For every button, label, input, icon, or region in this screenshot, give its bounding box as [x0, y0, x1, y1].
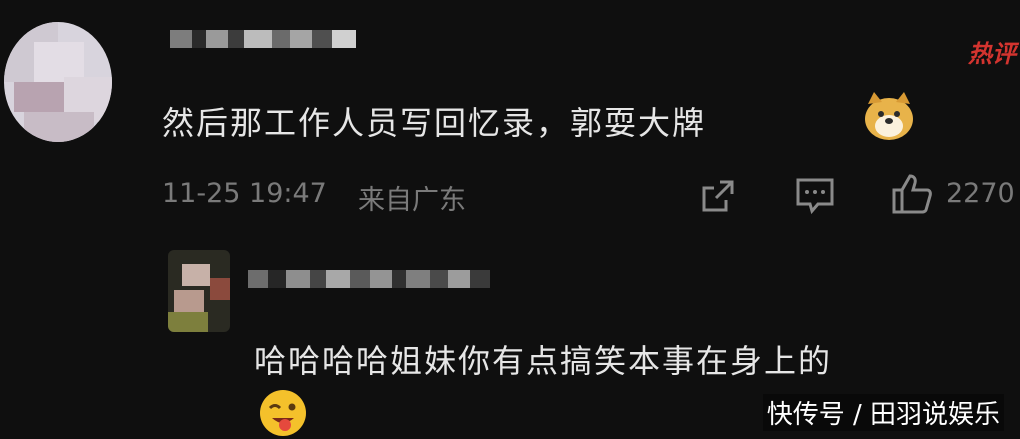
comment-timestamp: 11-25 19:47 [162, 178, 327, 209]
avatar[interactable] [4, 22, 112, 142]
comment-icon[interactable] [794, 176, 836, 216]
reply-username-mosaic[interactable] [248, 270, 490, 288]
watermark: 快传号 / 田羽说娱乐 [762, 394, 1004, 431]
comment-item: 热评 然后那工作人员写回忆录，郭耍大牌 11-25 19:47 来自广东 227… [0, 0, 1020, 240]
comment-location: 来自广东 [358, 185, 466, 216]
winking-tongue-emoji [260, 390, 306, 436]
thumbs-up-icon[interactable] [890, 172, 934, 216]
reply-avatar[interactable] [168, 250, 230, 332]
reply-text: 哈哈哈哈姐妹你有点搞笑本事在身上的 [254, 342, 833, 380]
username-mosaic[interactable] [170, 30, 356, 48]
comment-text: 然后那工作人员写回忆录，郭耍大牌 [162, 104, 707, 142]
dog-face-emoji [865, 92, 913, 140]
like-count: 2270 [946, 178, 1015, 209]
hot-comment-badge: 热评 [968, 40, 1016, 68]
share-icon[interactable] [698, 176, 738, 216]
